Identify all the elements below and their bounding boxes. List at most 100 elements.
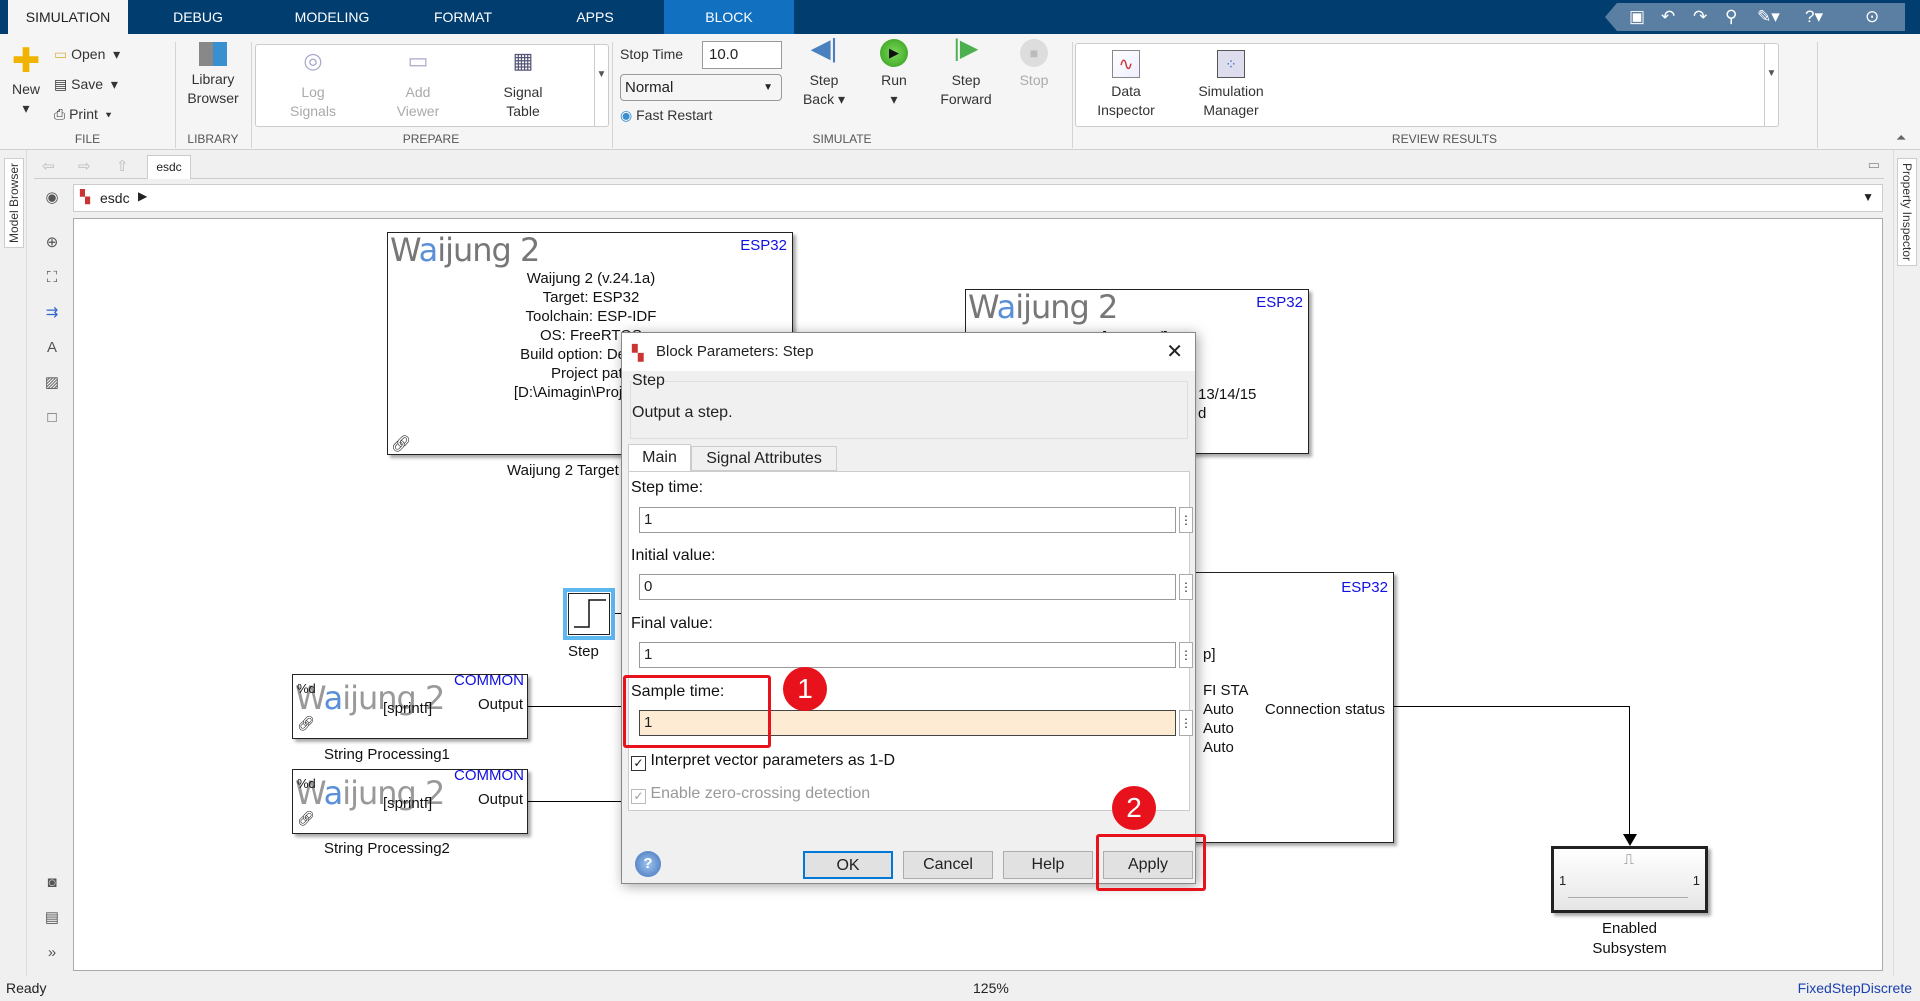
solver-link[interactable]: FixedStepDiscrete — [1798, 976, 1912, 1001]
print-label: Print — [69, 106, 98, 122]
step-forward-button[interactable]: |▶ Step Forward — [935, 37, 997, 109]
link-icon: 🔗︎ — [297, 810, 315, 826]
data-inspector-button[interactable]: ∿ Data Inspector — [1091, 50, 1161, 120]
more-options-icon[interactable]: ⋮ — [1179, 642, 1193, 668]
final-value-input[interactable]: 1 — [639, 642, 1176, 668]
property-inspector-tab[interactable]: Property Inspector — [1897, 158, 1917, 267]
run-button[interactable]: ▶ Run ▾ — [870, 39, 918, 109]
prepare-gallery: ◎ Log Signals ▭ Add Viewer ▦ Signal Table ▼ — [255, 44, 609, 127]
add-viewer-button[interactable]: ▭ Add Viewer — [386, 50, 450, 121]
up-icon[interactable]: ⇧ — [116, 157, 129, 175]
model-tab[interactable]: esdc — [147, 155, 191, 179]
simulation-manager-label: Simulation Manager — [1198, 83, 1264, 118]
fast-restart-button[interactable]: ◉ Fast Restart — [620, 106, 712, 125]
block-text: d — [1198, 405, 1207, 422]
stop-button[interactable]: ■ Stop — [1010, 39, 1058, 90]
fit-view-icon[interactable]: ⛶ — [42, 268, 62, 288]
string-processing2-block[interactable]: Waijung 2 COMMON %d [sprintf] Output 🔗︎ — [292, 769, 528, 834]
new-label: New — [11, 81, 40, 97]
interpret-vector-checkbox[interactable]: ✓ Interpret vector parameters as 1-D — [631, 752, 895, 771]
breadcrumb[interactable]: esdc — [100, 190, 130, 206]
expand-icon[interactable]: » — [42, 943, 62, 963]
status-bar: Ready 125% FixedStepDiscrete — [0, 976, 1920, 1001]
save-icon[interactable]: ▣ — [1629, 7, 1645, 27]
hide-show-icon[interactable]: ◉ — [42, 188, 62, 208]
forward-icon[interactable]: ⇨ — [78, 157, 91, 175]
initial-value-input[interactable]: 0 — [639, 574, 1176, 600]
help-icon[interactable]: ? — [635, 851, 661, 877]
back-icon[interactable]: ⇦ — [42, 157, 55, 175]
redo-icon[interactable]: ↷ — [1693, 7, 1707, 27]
undo-icon[interactable]: ↶ — [1661, 7, 1675, 27]
plus-icon: ✚ — [11, 42, 41, 80]
simulation-mode-select[interactable]: Normal ▼ — [620, 74, 782, 101]
zoom-level: 125% — [973, 980, 1009, 996]
save-button[interactable]: ▤ Save ▾ — [54, 75, 118, 94]
annotation-box-sample-time — [623, 675, 771, 748]
signal-line[interactable] — [1394, 706, 1630, 707]
tab-format[interactable]: FORMAT — [408, 0, 518, 34]
tab-main[interactable]: Main — [628, 444, 691, 471]
report-icon[interactable]: ▤ — [42, 908, 62, 928]
tab-modeling[interactable]: MODELING — [272, 0, 392, 34]
annotation-icon[interactable]: A — [42, 338, 62, 358]
more-options-icon[interactable]: ⋮ — [1179, 507, 1193, 533]
stop-time-input[interactable]: 10.0 — [702, 41, 782, 69]
signal-line-icon[interactable]: ⇉ — [42, 303, 62, 323]
more-options-icon[interactable]: ⋮ — [1179, 710, 1193, 736]
print-button[interactable]: ⎙ Print ▾ — [54, 105, 112, 124]
tab-signal-attributes[interactable]: Signal Attributes — [691, 446, 837, 471]
shortcut-icon[interactable]: ✎▾ — [1757, 7, 1780, 27]
library-browser-button[interactable]: Library Browser — [180, 42, 246, 108]
breadcrumb-chevron-icon[interactable]: ▶ — [138, 189, 147, 203]
wifi-block[interactable]: ESP32 p] FI STA Auto Auto Auto Connection s… — [1174, 572, 1394, 843]
block-tag: ESP32 — [740, 237, 787, 254]
enabled-subsystem-block[interactable]: ⎍ 1 1 — [1551, 846, 1708, 913]
subsystem-icon — [1568, 897, 1688, 898]
waijung-logo: Waijung 2 — [390, 232, 540, 269]
step-time-input[interactable]: 1 — [639, 507, 1176, 533]
zero-crossing-checkbox[interactable]: ✓ Enable zero-crossing detection — [631, 785, 870, 804]
chevron-down-icon[interactable]: ▼ — [1862, 190, 1874, 204]
close-icon[interactable]: ✕ — [1166, 333, 1183, 371]
area-icon[interactable]: □ — [42, 408, 62, 428]
zoom-icon[interactable]: ⊕ — [42, 233, 62, 253]
simulation-manager-button[interactable]: ⁘ Simulation Manager — [1186, 50, 1276, 120]
model-browser-tab[interactable]: Model Browser — [4, 158, 24, 249]
gallery-expand-icon[interactable]: ▼ — [594, 45, 608, 126]
image-icon[interactable]: ▨ — [42, 373, 62, 393]
help-button[interactable]: Help — [1003, 851, 1093, 879]
signal-table-button[interactable]: ▦ Signal Table — [491, 50, 555, 121]
tab-debug[interactable]: DEBUG — [140, 0, 256, 34]
add-viewer-label: Add Viewer — [396, 84, 440, 119]
log-signals-label: Log Signals — [290, 84, 336, 119]
new-button[interactable]: ✚ New ▾ — [8, 42, 44, 118]
open-button[interactable]: ▭ Open ▾ — [54, 45, 120, 64]
gallery-expand-icon[interactable]: ▼ — [1764, 44, 1778, 126]
more-options-icon[interactable]: ⋮ — [1179, 574, 1193, 600]
string-processing1-block[interactable]: Waijung 2 COMMON %d [sprintf] Output 🔗︎ — [292, 674, 528, 739]
screenshot-icon[interactable]: ◙ — [42, 873, 62, 893]
log-signals-button[interactable]: ◎ Log Signals — [281, 50, 345, 121]
section-file: FILE — [74, 132, 101, 146]
dialog-title-bar[interactable]: ▚ Block Parameters: Step ✕ — [622, 333, 1195, 371]
collapse-ribbon-icon[interactable]: ⏶ — [1896, 130, 1906, 146]
signal-line[interactable] — [528, 801, 628, 802]
step-block[interactable] — [563, 588, 615, 640]
block-tag: ESP32 — [1341, 579, 1388, 596]
signal-line[interactable] — [1629, 706, 1630, 836]
signal-line[interactable] — [528, 706, 628, 707]
block-text: p] — [1203, 646, 1216, 663]
tab-block[interactable]: BLOCK — [664, 0, 794, 34]
quick-access-toolbar: ▣ ↶ ↷ ⚲ ✎▾ ?▾ ⊙ — [1605, 3, 1905, 31]
tab-simulation[interactable]: SIMULATION — [8, 0, 128, 34]
hide-explorer-icon[interactable]: ▭ — [1868, 157, 1880, 173]
cancel-button[interactable]: Cancel — [903, 851, 993, 879]
step-back-button[interactable]: ◀| Step Back ▾ — [800, 35, 848, 109]
tab-apps[interactable]: APPS — [545, 0, 645, 34]
enable-icon: ⎍ — [1624, 851, 1634, 867]
search-icon[interactable]: ⚲ — [1725, 7, 1737, 27]
ok-button[interactable]: OK — [803, 851, 893, 879]
help-icon[interactable]: ?▾ — [1805, 7, 1823, 27]
minimize-ribbon-icon[interactable]: ⊙ — [1865, 7, 1879, 27]
